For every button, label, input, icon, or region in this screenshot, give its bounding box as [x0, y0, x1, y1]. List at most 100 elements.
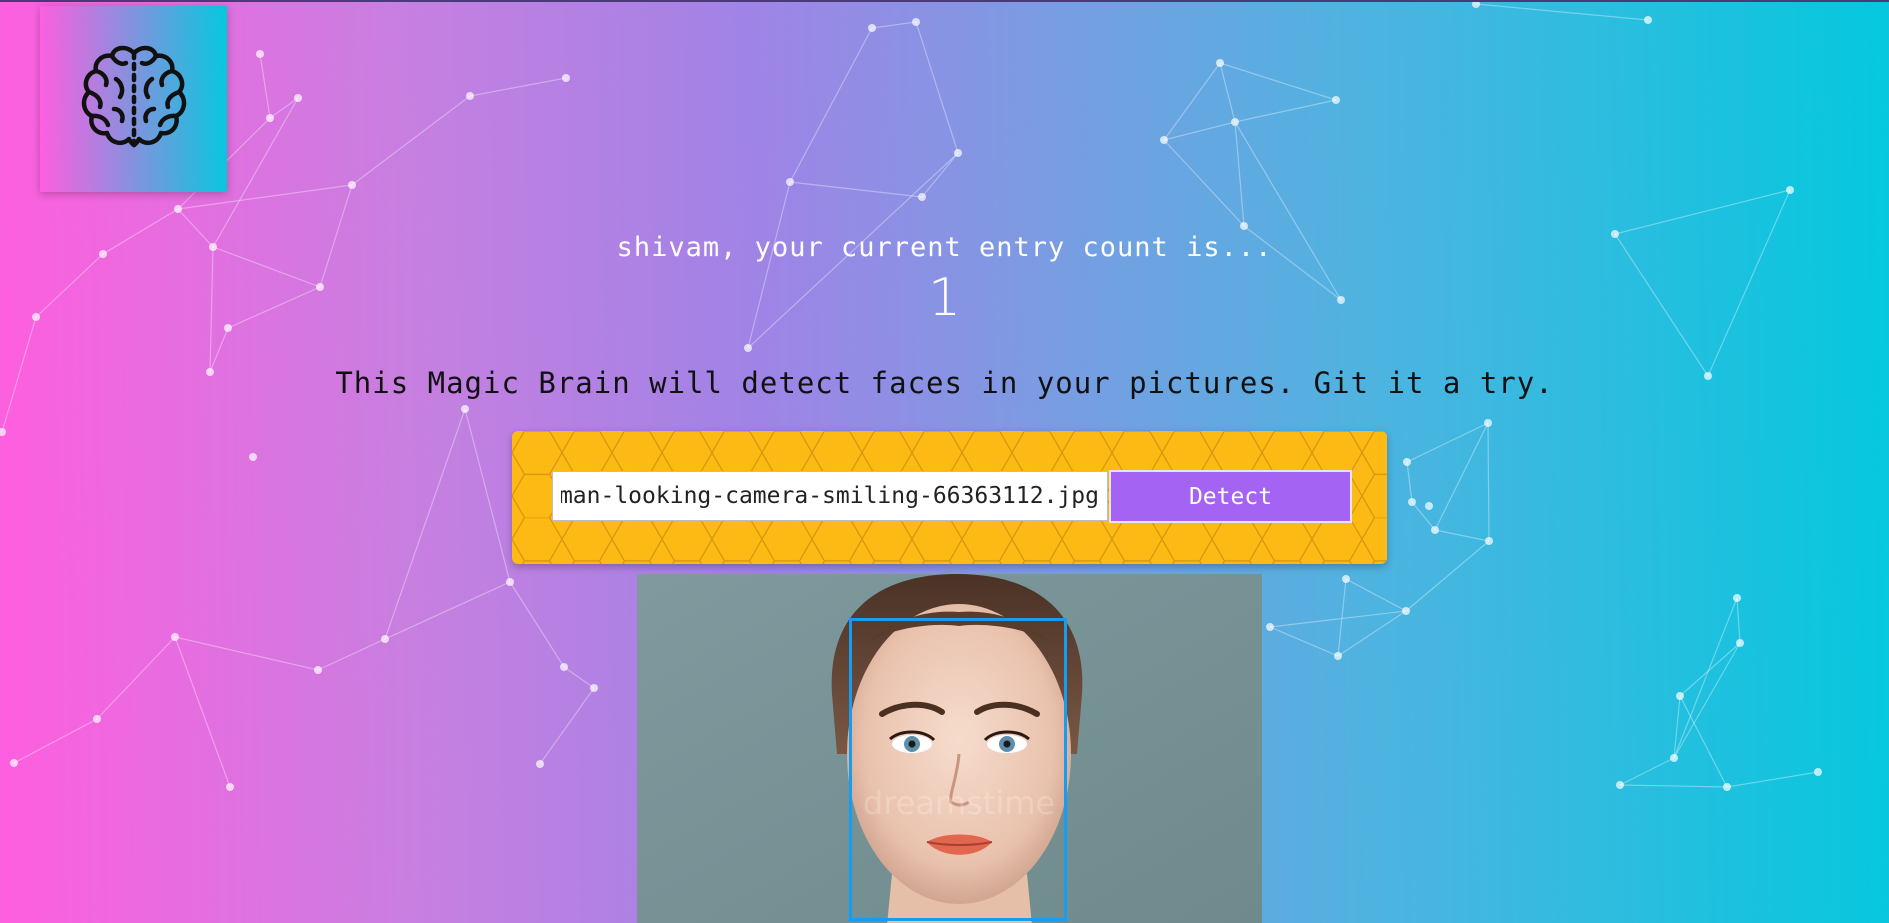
- particle-link: [1487, 422, 1490, 542]
- particle-node: [1644, 16, 1652, 24]
- particle-link: [1405, 540, 1490, 612]
- particle-link: [269, 97, 299, 119]
- particle-link: [1434, 422, 1489, 531]
- particle-node: [786, 178, 794, 186]
- particle-link: [915, 21, 959, 154]
- particle-link: [1726, 771, 1819, 788]
- entry-count: 1: [927, 268, 962, 328]
- particle-link: [1619, 757, 1675, 786]
- particle-node: [461, 405, 469, 413]
- particle-node: [1472, 2, 1480, 8]
- particle-link: [539, 687, 595, 765]
- particle-link: [789, 181, 923, 198]
- particle-node: [1723, 783, 1731, 791]
- particle-link: [1434, 529, 1490, 542]
- particle-node: [256, 50, 264, 58]
- particle-node: [1240, 222, 1248, 230]
- particle-link: [174, 636, 319, 671]
- particle-node: [1342, 575, 1350, 583]
- particle-node: [1231, 118, 1239, 126]
- particle-link: [1234, 121, 1245, 227]
- particle-link: [469, 77, 567, 97]
- particle-link: [1337, 578, 1347, 657]
- particle-node: [1425, 502, 1433, 510]
- particle-node: [744, 344, 752, 352]
- tagline: This Magic Brain will detect faces in yo…: [335, 366, 1554, 400]
- particle-link: [1475, 3, 1649, 21]
- particle-node: [1786, 186, 1794, 194]
- particle-link: [1614, 189, 1791, 235]
- particle-link: [1673, 642, 1741, 759]
- particle-node: [1431, 526, 1439, 534]
- detect-button[interactable]: Detect: [1109, 470, 1352, 523]
- particle-node: [174, 205, 182, 213]
- particle-node: [93, 715, 101, 723]
- particle-node: [590, 684, 598, 692]
- particle-node: [1402, 607, 1410, 615]
- particle-link: [1163, 139, 1245, 227]
- particle-link: [259, 53, 271, 119]
- particle-link: [1406, 422, 1489, 463]
- particle-link: [1619, 784, 1728, 788]
- particle-link: [1673, 597, 1738, 759]
- particle-node: [0, 428, 6, 436]
- particle-link: [1219, 62, 1337, 101]
- particle-link: [1345, 578, 1407, 612]
- particle-link: [1679, 642, 1741, 697]
- particle-link: [921, 152, 959, 198]
- particle-node: [1403, 458, 1411, 466]
- particle-node: [294, 94, 302, 102]
- image-url-form: Detect: [512, 431, 1387, 564]
- particle-node: [1332, 96, 1340, 104]
- particle-node: [536, 760, 544, 768]
- particle-link: [563, 666, 595, 689]
- particle-node: [1485, 537, 1493, 545]
- particle-node: [868, 24, 876, 32]
- particle-node: [1814, 768, 1822, 776]
- particle-link: [384, 408, 466, 640]
- particle-node: [1676, 692, 1684, 700]
- particle-link: [317, 638, 386, 671]
- particle-node: [1216, 59, 1224, 67]
- particle-link: [384, 581, 511, 640]
- particle-link: [351, 95, 471, 186]
- particle-node: [171, 633, 179, 641]
- particle-node: [348, 181, 356, 189]
- particle-node: [918, 193, 926, 201]
- particle-node: [1616, 781, 1624, 789]
- particle-link: [1736, 597, 1741, 644]
- particle-node: [1736, 639, 1744, 647]
- particle-node: [466, 92, 474, 100]
- particle-node: [1334, 652, 1342, 660]
- particle-node: [266, 114, 274, 122]
- particle-node: [506, 578, 514, 586]
- particle-link: [464, 408, 511, 583]
- particle-node: [954, 149, 962, 157]
- image-url-input[interactable]: [552, 471, 1108, 521]
- particle-node: [10, 759, 18, 767]
- particle-node: [1484, 419, 1492, 427]
- particle-link: [1269, 626, 1339, 657]
- brain-icon: [81, 45, 186, 148]
- particle-link: [509, 581, 565, 668]
- particle-node: [1266, 623, 1274, 631]
- particle-link: [1679, 695, 1728, 788]
- particle-node: [314, 666, 322, 674]
- particle-link: [789, 27, 873, 183]
- face-bounding-box: [849, 618, 1067, 921]
- particle-node: [249, 453, 257, 461]
- particle-link: [1406, 461, 1413, 503]
- particle-link: [13, 718, 98, 764]
- face-image: dreamstime: [637, 574, 1262, 923]
- rank-message: shivam, your current entry count is...: [616, 232, 1273, 263]
- logo[interactable]: [40, 6, 227, 192]
- particle-node: [226, 783, 234, 791]
- particle-link: [1234, 99, 1337, 123]
- particle-node: [1733, 594, 1741, 602]
- particle-link: [174, 636, 231, 788]
- particle-link: [1219, 62, 1236, 123]
- particle-link: [871, 21, 917, 29]
- particle-node: [1408, 498, 1416, 506]
- particle-node: [1160, 136, 1168, 144]
- particle-node: [912, 18, 920, 26]
